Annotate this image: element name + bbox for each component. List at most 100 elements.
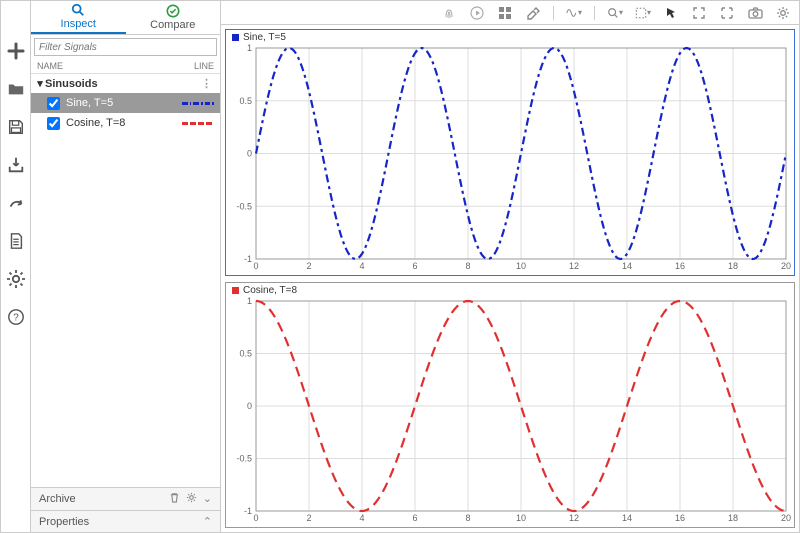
svg-text:0.5: 0.5 xyxy=(239,96,252,106)
more-icon[interactable]: ⋮ xyxy=(201,77,216,90)
signal-row[interactable]: Cosine, T=8 xyxy=(31,113,220,133)
archive-gear-icon[interactable] xyxy=(186,492,197,506)
svg-text:2: 2 xyxy=(306,261,311,271)
group-sinusoids[interactable]: ▾ Sinusoids ⋮ xyxy=(31,74,220,93)
svg-text:0: 0 xyxy=(247,149,252,159)
svg-text:12: 12 xyxy=(569,513,579,523)
svg-text:-1: -1 xyxy=(244,506,252,516)
archive-label: Archive xyxy=(39,493,76,505)
tab-inspect-label: Inspect xyxy=(61,18,96,30)
filter-signals-input[interactable] xyxy=(34,38,217,56)
svg-text:10: 10 xyxy=(516,261,526,271)
svg-text:4: 4 xyxy=(359,261,364,271)
column-name: NAME xyxy=(37,61,194,71)
group-label: Sinusoids xyxy=(45,78,98,90)
svg-text:16: 16 xyxy=(675,513,685,523)
plot-1-title: Sine, T=5 xyxy=(243,32,286,43)
properties-row[interactable]: Properties ⌃ xyxy=(31,510,220,532)
camera-icon[interactable] xyxy=(747,5,763,21)
svg-text:2: 2 xyxy=(306,513,311,523)
settings-icon[interactable] xyxy=(6,269,26,289)
chevron-down-icon[interactable]: ⌄ xyxy=(203,492,212,506)
side-panel: Inspect Compare NAME LINE ▾ Sinusoids ⋮ … xyxy=(31,1,221,532)
svg-text:0: 0 xyxy=(247,401,252,411)
column-line: LINE xyxy=(194,61,214,71)
svg-text:14: 14 xyxy=(622,513,632,523)
app-root: ? Inspect Compare NAME LINE ▾ Sinusoids … xyxy=(0,0,800,533)
plot-2-legend: Cosine, T=8 xyxy=(232,285,297,296)
report-icon[interactable] xyxy=(6,231,26,251)
svg-text:8: 8 xyxy=(465,513,470,523)
check-icon xyxy=(166,4,180,18)
maximize-icon[interactable] xyxy=(719,5,735,21)
divider xyxy=(553,6,554,20)
plot-1-canvas: 02468101214161820-1-0.500.51 xyxy=(226,30,794,275)
left-rail: ? xyxy=(1,1,31,532)
panel-footer: Archive ⌄ Properties ⌃ xyxy=(31,487,220,532)
plot-2-canvas: 0 2 4 6 8 10 12 14 16 18 20 -1 -0.5 0 0.5 1 xyxy=(226,283,794,527)
svg-text:4: 4 xyxy=(359,513,364,523)
plot-toolbar: ▾ ▾ ▾ xyxy=(221,1,799,25)
svg-text:18: 18 xyxy=(728,261,738,271)
export-icon[interactable] xyxy=(6,193,26,213)
svg-text:6: 6 xyxy=(412,261,417,271)
layout-grid-icon[interactable] xyxy=(497,5,513,21)
chevron-up-icon[interactable]: ⌃ xyxy=(203,515,212,528)
main-area: ▾ ▾ ▾ Sine, T=5 02468101214161820-1-0.50… xyxy=(221,1,799,532)
pointer-icon[interactable] xyxy=(663,5,679,21)
plot-1-legend: Sine, T=5 xyxy=(232,32,286,43)
properties-label: Properties xyxy=(39,516,89,528)
svg-text:12: 12 xyxy=(569,261,579,271)
add-icon[interactable] xyxy=(6,41,26,61)
side-tabs: Inspect Compare xyxy=(31,1,220,35)
signal-icon[interactable]: ▾ xyxy=(566,5,582,21)
zoom-icon[interactable]: ▾ xyxy=(607,5,623,21)
legend-swatch xyxy=(232,287,239,294)
trash-icon[interactable] xyxy=(169,492,180,506)
svg-text:1: 1 xyxy=(247,296,252,306)
help-icon[interactable]: ? xyxy=(6,307,26,327)
svg-text:10: 10 xyxy=(516,513,526,523)
plot-2[interactable]: Cosine, T=8 0 2 4 6 8 10 12 14 16 18 20 -1 -0.5 0 0.5 1 xyxy=(225,282,795,528)
plot-1[interactable]: Sine, T=5 02468101214161820-1-0.500.51 xyxy=(225,29,795,276)
svg-text:16: 16 xyxy=(675,261,685,271)
svg-text:1: 1 xyxy=(247,43,252,53)
plot-2-title: Cosine, T=8 xyxy=(243,285,297,296)
svg-text:?: ? xyxy=(13,313,19,324)
svg-text:20: 20 xyxy=(781,513,791,523)
tab-compare[interactable]: Compare xyxy=(126,1,221,34)
legend-swatch xyxy=(232,34,239,41)
list-header: NAME LINE xyxy=(31,59,220,74)
caret-down-icon: ▾ xyxy=(35,77,45,90)
signal-name: Cosine, T=8 xyxy=(66,117,182,129)
svg-text:0: 0 xyxy=(253,261,258,271)
save-icon[interactable] xyxy=(6,117,26,137)
svg-text:18: 18 xyxy=(728,513,738,523)
signal-checkbox[interactable] xyxy=(47,117,60,130)
svg-text:14: 14 xyxy=(622,261,632,271)
import-icon[interactable] xyxy=(6,155,26,175)
svg-text:20: 20 xyxy=(781,261,791,271)
plot-area: Sine, T=5 02468101214161820-1-0.500.51 C… xyxy=(221,25,799,532)
svg-text:0: 0 xyxy=(253,513,258,523)
fit-icon[interactable]: ▾ xyxy=(635,5,651,21)
signal-row[interactable]: Sine, T=5 xyxy=(31,93,220,113)
archive-row[interactable]: Archive ⌄ xyxy=(31,487,220,510)
gear-icon[interactable] xyxy=(775,5,791,21)
svg-text:-1: -1 xyxy=(244,254,252,264)
svg-text:0.5: 0.5 xyxy=(239,349,252,359)
line-style-swatch xyxy=(182,122,216,125)
fingerprint-icon[interactable] xyxy=(441,5,457,21)
svg-text:-0.5: -0.5 xyxy=(236,454,252,464)
run-icon[interactable] xyxy=(469,5,485,21)
svg-text:6: 6 xyxy=(412,513,417,523)
folder-icon[interactable] xyxy=(6,79,26,99)
expand-icon[interactable] xyxy=(691,5,707,21)
tab-compare-label: Compare xyxy=(150,19,195,31)
search-icon xyxy=(71,3,85,17)
clear-icon[interactable] xyxy=(525,5,541,21)
line-style-swatch xyxy=(182,102,216,105)
signal-checkbox[interactable] xyxy=(47,97,60,110)
signal-name: Sine, T=5 xyxy=(66,97,182,109)
tab-inspect[interactable]: Inspect xyxy=(31,1,126,34)
